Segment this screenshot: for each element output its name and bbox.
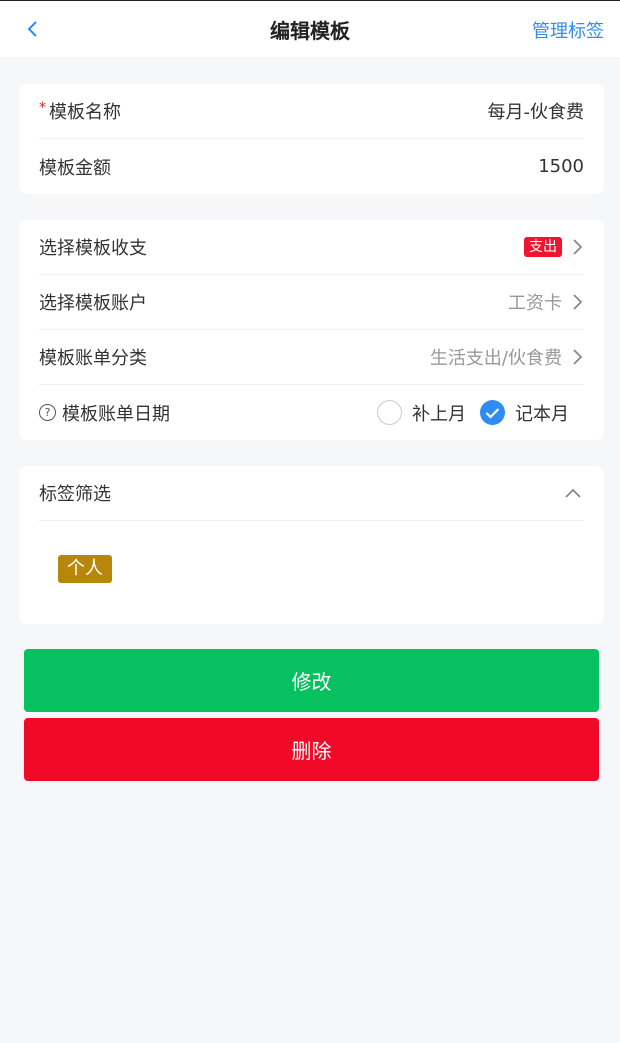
tag-filter-card: 标签筛选 个人: [19, 466, 604, 624]
tag-filter-header[interactable]: 标签筛选: [39, 466, 584, 521]
manage-tags-link[interactable]: 管理标签: [532, 17, 604, 43]
tag-item[interactable]: 个人: [58, 555, 112, 583]
radio-last-month[interactable]: 补上月: [377, 400, 466, 426]
nav-bar: 编辑模板 管理标签: [0, 1, 620, 57]
bill-date-radio-group: 补上月 记本月: [363, 400, 569, 426]
required-marker: *: [39, 100, 46, 116]
radio-checked-icon: [480, 400, 505, 425]
bill-date-label-text: 模板账单日期: [62, 403, 170, 425]
chevron-right-icon: [573, 294, 583, 310]
select-account-label: 选择模板账户: [39, 293, 147, 314]
account-value: 工资卡: [508, 293, 562, 314]
bill-date-row: ? 模板账单日期 补上月 记本月: [39, 385, 584, 440]
template-name-value[interactable]: 每月-伙食费: [488, 98, 585, 124]
help-icon[interactable]: ?: [39, 404, 56, 421]
check-icon: [485, 407, 500, 419]
options-card: 选择模板收支 支出 选择模板账户 工资卡 模板账单分类 生活支出/伙食费 ? 模: [19, 220, 604, 440]
page-title: 编辑模板: [270, 18, 350, 43]
radio-last-month-label: 补上月: [412, 403, 466, 425]
template-name-label-text: 模板名称: [49, 102, 121, 123]
delete-button[interactable]: 删除: [24, 718, 599, 781]
select-category-row[interactable]: 模板账单分类 生活支出/伙食费: [39, 330, 584, 385]
back-button[interactable]: [20, 17, 44, 41]
template-name-row[interactable]: * 模板名称 每月-伙食费: [39, 84, 584, 139]
radio-this-month-label: 记本月: [515, 403, 569, 425]
select-type-label: 选择模板收支: [39, 238, 147, 259]
template-amount-row[interactable]: 模板金额 1500: [39, 139, 584, 194]
chevron-right-icon: [573, 239, 583, 255]
radio-unchecked-icon: [377, 400, 402, 425]
template-name-label: * 模板名称: [39, 98, 121, 124]
type-badge: 支出: [524, 237, 562, 257]
basic-info-card: * 模板名称 每月-伙食费 模板金额 1500: [19, 84, 604, 194]
radio-this-month[interactable]: 记本月: [480, 400, 569, 426]
template-amount-value[interactable]: 1500: [538, 156, 584, 177]
save-button[interactable]: 修改: [24, 649, 599, 712]
select-account-row[interactable]: 选择模板账户 工资卡: [39, 275, 584, 330]
tag-list: 个人: [19, 521, 604, 624]
chevron-up-icon: [565, 488, 581, 498]
category-value: 生活支出/伙食费: [429, 348, 562, 369]
tag-filter-label: 标签筛选: [39, 484, 111, 505]
template-amount-label: 模板金额: [39, 157, 111, 179]
select-category-label: 模板账单分类: [39, 348, 147, 369]
chevron-right-icon: [573, 349, 583, 365]
select-type-row[interactable]: 选择模板收支 支出: [39, 220, 584, 275]
chevron-left-icon: [27, 21, 37, 37]
bill-date-label: ? 模板账单日期: [39, 400, 170, 426]
